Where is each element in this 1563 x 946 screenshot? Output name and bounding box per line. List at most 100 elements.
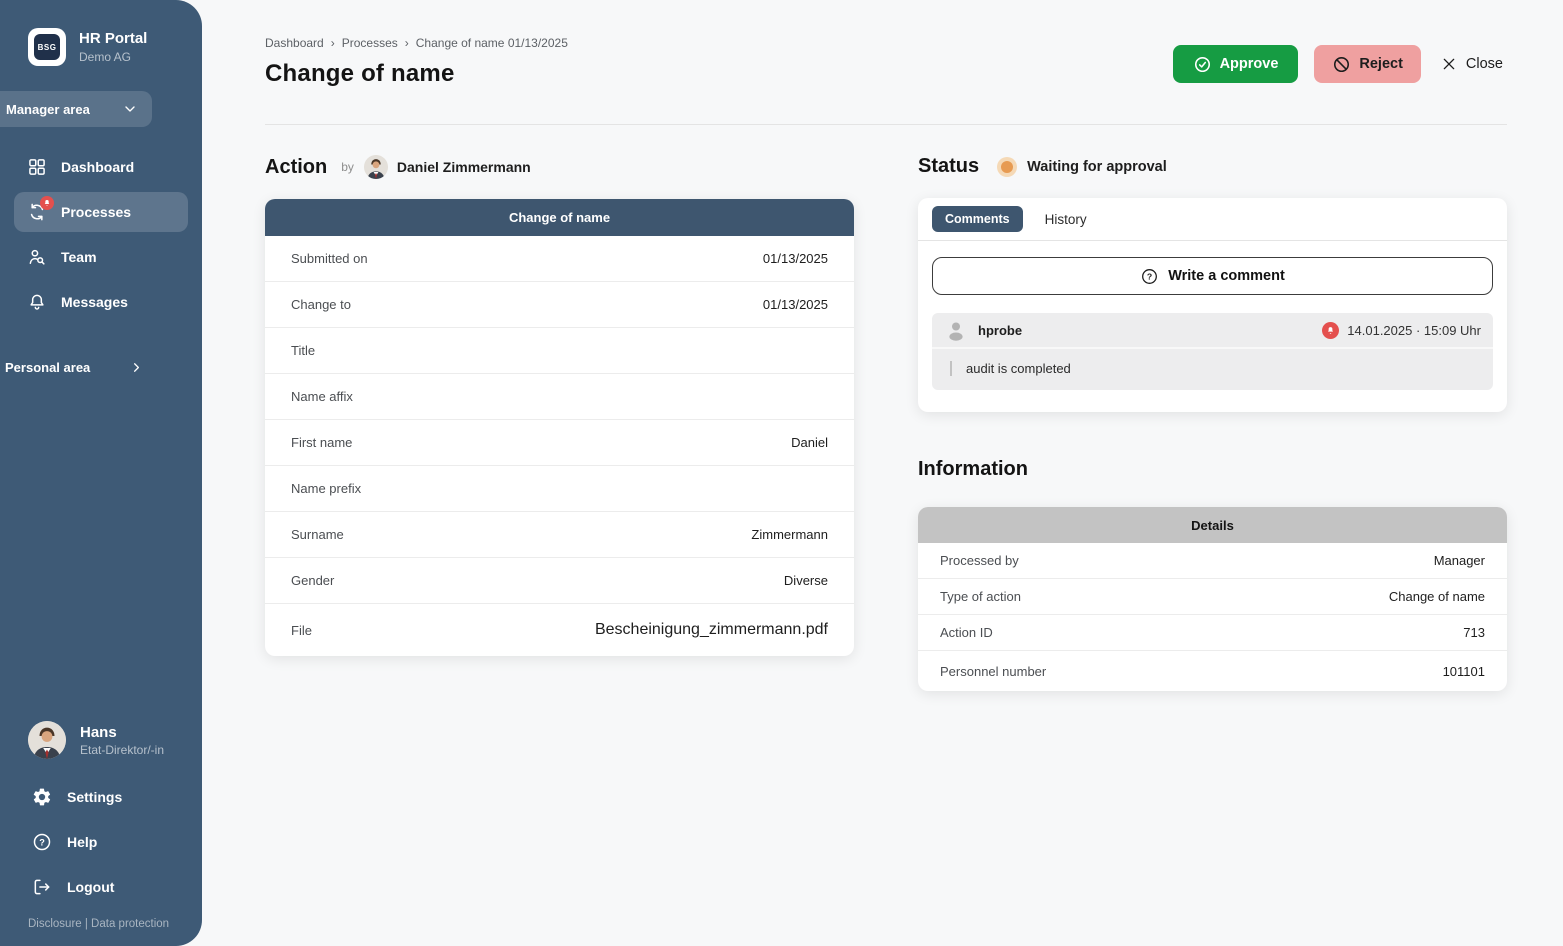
- comment-author: hprobe: [978, 323, 1022, 338]
- table-row: SurnameZimmermann: [265, 512, 854, 558]
- write-comment-input[interactable]: ? Write a comment: [932, 257, 1493, 295]
- approve-button[interactable]: Approve: [1173, 45, 1299, 83]
- sidebar-item-messages[interactable]: Messages: [14, 282, 188, 322]
- row-label: Name affix: [291, 389, 353, 404]
- question-circle-icon: ?: [1140, 267, 1159, 286]
- table-row: Name affix: [265, 374, 854, 420]
- row-label: Type of action: [940, 589, 1021, 604]
- sidebar-nav: Dashboard Processes Team Messages: [14, 147, 188, 327]
- row-label: Name prefix: [291, 481, 361, 496]
- company-logo-text: BSG: [34, 34, 60, 60]
- status-value: Waiting for approval: [1027, 159, 1167, 175]
- sidebar-item-label: Help: [67, 834, 97, 850]
- tab-history[interactable]: History: [1045, 212, 1087, 227]
- table-row: First name Daniel: [265, 420, 854, 466]
- app-title: HR Portal: [79, 30, 147, 48]
- prohibited-icon: [1332, 55, 1351, 74]
- row-label: Submitted on: [291, 251, 368, 266]
- sidebar-item-label: Team: [61, 249, 97, 265]
- sidebar-item-team[interactable]: Team: [14, 237, 188, 277]
- row-label: Surname: [291, 527, 344, 542]
- table-row: Name prefix: [265, 466, 854, 512]
- row-value: Daniel: [791, 435, 828, 450]
- row-value: 01/13/2025: [763, 251, 828, 266]
- row-label: Title: [291, 343, 315, 358]
- reject-button[interactable]: Reject: [1314, 45, 1421, 83]
- status-heading: Status: [918, 155, 979, 178]
- sidebar-item-logout[interactable]: Logout: [28, 873, 202, 901]
- table-row: Type of action Change of name: [918, 579, 1507, 615]
- check-circle-icon: [1193, 55, 1212, 74]
- row-value: 713: [1463, 625, 1485, 640]
- tab-comments[interactable]: Comments: [932, 206, 1023, 232]
- row-value: Diverse: [784, 573, 828, 588]
- legal-links[interactable]: Disclosure | Data protection: [28, 918, 202, 930]
- row-value: Manager: [1434, 553, 1485, 568]
- status-section: Status Waiting for approval Comments His…: [918, 155, 1507, 691]
- user-profile[interactable]: Hans Etat-Direktor/-in: [28, 721, 202, 759]
- manager-area-toggle[interactable]: Manager area: [0, 91, 152, 127]
- svg-text:?: ?: [39, 837, 45, 847]
- sidebar-item-dashboard[interactable]: Dashboard: [14, 147, 188, 187]
- sidebar-item-label: Logout: [67, 879, 114, 895]
- row-value: Change of name: [1389, 589, 1485, 604]
- table-row: Gender Diverse: [265, 558, 854, 604]
- tabs: Comments History: [918, 198, 1507, 240]
- sidebar-item-help[interactable]: ? Help: [28, 828, 202, 856]
- bell-badge-icon: [1322, 322, 1339, 339]
- sidebar-item-label: Processes: [61, 204, 131, 220]
- row-label: Processed by: [940, 553, 1019, 568]
- table-row: Personnel number101101: [918, 651, 1507, 691]
- logout-icon: [32, 877, 52, 897]
- table-row: Submitted on 01/13/2025: [265, 236, 854, 282]
- company-logo: BSG: [28, 28, 66, 66]
- user-avatar: [28, 721, 66, 759]
- personal-area-toggle[interactable]: Personal area: [0, 355, 202, 379]
- action-table: Change of name Submitted on 01/13/2025 Ch…: [265, 199, 854, 656]
- sync-icon: [27, 202, 47, 222]
- file-link[interactable]: Bescheinigung_zimmermann.pdf: [595, 621, 828, 639]
- comment-item: hprobe 14.01.2025 · 15:09 Uhr audit is c…: [932, 313, 1493, 390]
- author-name: Daniel Zimmermann: [397, 159, 531, 175]
- breadcrumb-current: Change of name 01/13/2025: [398, 36, 568, 50]
- user-name: Hans: [80, 724, 164, 741]
- sidebar-item-processes[interactable]: Processes: [14, 192, 188, 232]
- breadcrumb-dashboard[interactable]: Dashboard: [265, 36, 324, 50]
- bell-icon: [27, 292, 47, 312]
- row-label: Change to: [291, 297, 351, 312]
- row-value: 01/13/2025: [763, 297, 828, 312]
- sidebar: BSG HR Portal Demo AG Manager area Dashb…: [0, 0, 202, 946]
- table-row-file: FileBescheinigung_zimmermann.pdf: [265, 604, 854, 656]
- row-label: First name: [291, 435, 352, 450]
- sidebar-item-label: Messages: [61, 294, 128, 310]
- person-silhouette-icon: [944, 318, 968, 342]
- personal-area-label: Personal area: [5, 360, 90, 375]
- help-icon: ?: [32, 832, 52, 852]
- row-value: 101101: [1443, 664, 1485, 679]
- by-label: by: [341, 160, 354, 174]
- action-table-header: Change of name: [265, 199, 854, 236]
- user-role: Etat-Direktor/-in: [80, 743, 164, 757]
- close-button[interactable]: Close: [1437, 45, 1507, 83]
- close-label: Close: [1466, 56, 1503, 72]
- information-heading: Information: [918, 458, 1028, 481]
- chevron-down-icon: [122, 101, 138, 117]
- comments-card: Comments History ? Write a comment: [918, 198, 1507, 412]
- action-section: Action by Daniel Zimmermann Change of na…: [265, 155, 854, 691]
- table-row: Change to 01/13/2025: [265, 282, 854, 328]
- sidebar-item-settings[interactable]: Settings: [28, 783, 202, 811]
- gear-icon: [32, 787, 52, 807]
- sidebar-footer: Hans Etat-Direktor/-in Settings ? Help L…: [0, 721, 202, 946]
- action-heading: Action: [265, 156, 327, 179]
- svg-text:?: ?: [1147, 271, 1152, 281]
- header-divider: [265, 124, 1507, 125]
- breadcrumb-processes[interactable]: Processes: [324, 36, 398, 50]
- main-content: Dashboard Processes Change of name 01/13…: [202, 0, 1563, 946]
- page-title: Change of name: [265, 60, 568, 88]
- sidebar-item-label: Settings: [67, 789, 122, 805]
- table-row: Title: [265, 328, 854, 374]
- grid-icon: [27, 157, 47, 177]
- approve-label: Approve: [1220, 56, 1279, 72]
- row-label: Gender: [291, 573, 334, 588]
- author-avatar: [364, 155, 388, 179]
